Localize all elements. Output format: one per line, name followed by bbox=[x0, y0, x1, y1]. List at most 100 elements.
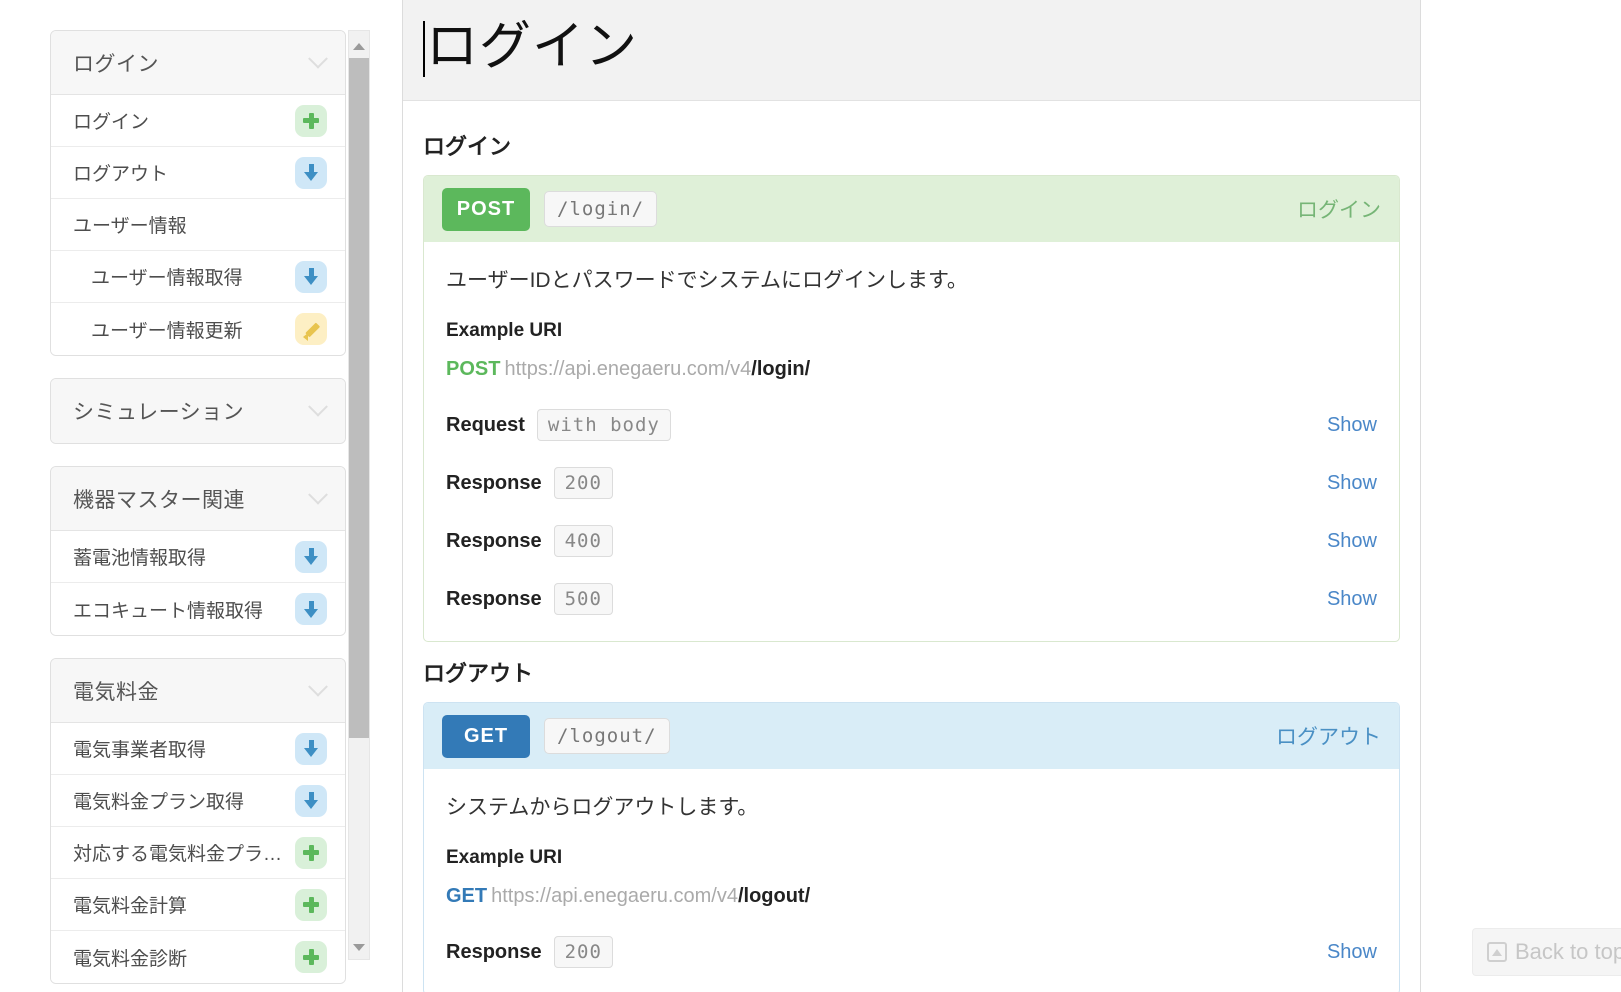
sidebar-item-label: ユーザー情報 bbox=[73, 216, 187, 237]
example-uri-method: POST bbox=[446, 358, 501, 380]
sidebar-item-label: 電気料金計算 bbox=[73, 896, 188, 917]
detail-row-chip: 400 bbox=[553, 525, 613, 557]
main-body: ログイン POST/login/ログイン ユーザーIDとパスワードでシステムにログイ… bbox=[403, 101, 1420, 992]
sidebar-item[interactable]: 電気料金計算 bbox=[51, 879, 345, 931]
http-method-badge[interactable]: GET bbox=[442, 714, 530, 758]
show-link[interactable]: Show bbox=[1327, 472, 1377, 495]
arrow-down-icon bbox=[295, 540, 327, 573]
sidebar-group: ログイン ログイン ログアウト ユーザー情報 ユーザー情報取得 ユーザー情報更新 bbox=[50, 30, 346, 356]
section-heading: ログアウト bbox=[423, 661, 534, 686]
endpoint-detail-row: Response 200 Show bbox=[446, 467, 1377, 499]
sidebar-group-header[interactable]: シミュレーション bbox=[51, 379, 345, 443]
detail-row-chip: 500 bbox=[553, 583, 613, 615]
show-link[interactable]: Show bbox=[1327, 530, 1377, 553]
sidebar-item[interactable]: 電気事業者取得 bbox=[51, 723, 345, 775]
sidebar-scrollbar-thumb[interactable] bbox=[349, 58, 369, 738]
endpoint-header-label: ログアウト bbox=[1276, 726, 1381, 749]
sidebar-group: 機器マスター関連蓄電池情報取得エコキュート情報取得 bbox=[50, 466, 346, 636]
sidebar-item[interactable]: 電気料金プラン取得 bbox=[51, 775, 345, 827]
sidebar-item[interactable]: エコキュート情報取得 bbox=[51, 583, 345, 635]
sidebar-item-label: エコキュート情報取得 bbox=[73, 600, 264, 622]
page-title-text: ログイン bbox=[426, 18, 639, 77]
sidebar-item-label: ログアウト bbox=[73, 164, 169, 185]
show-link[interactable]: Show bbox=[1327, 941, 1377, 964]
pencil-icon bbox=[295, 313, 327, 345]
page-title: ログイン bbox=[423, 18, 639, 78]
example-uri-heading: Example URI bbox=[446, 847, 563, 868]
endpoint-card: GET/logout/ログアウト システムからログアウトします。 Example U… bbox=[423, 702, 1400, 992]
endpoint-body: システムからログアウトします。 Example URI GET https://api… bbox=[424, 769, 1399, 992]
detail-row-chip: 200 bbox=[553, 936, 613, 968]
sidebar-item-label: ユーザー情報取得 bbox=[91, 268, 243, 289]
example-uri-path: /login/ bbox=[751, 358, 811, 380]
sidebar-item-label: 電気料金プラン取得 bbox=[73, 792, 245, 813]
sidebar-item-label: ログイン bbox=[73, 112, 150, 133]
detail-row-label: Response bbox=[446, 529, 542, 552]
endpoint-uri-chip: /login/ bbox=[544, 191, 658, 227]
back-to-top-button[interactable]: Back to top bbox=[1472, 928, 1621, 976]
http-method-badge[interactable]: POST bbox=[442, 187, 530, 231]
sidebar-group-title: 機器マスター関連 bbox=[73, 488, 245, 512]
arrow-down-icon bbox=[295, 593, 327, 625]
chevron-down-icon[interactable] bbox=[308, 48, 328, 69]
app-root: ログイン ログイン ログアウト ユーザー情報 ユーザー情報取得 ユーザー情報更新 シミュレー… bbox=[0, 0, 1621, 992]
detail-row-chip: 200 bbox=[553, 467, 613, 499]
example-uri-base: https://api.enegaeru.com/v4 bbox=[504, 358, 752, 380]
detail-row-label: Response bbox=[446, 940, 542, 963]
sidebar-group-title: シミュレーション bbox=[73, 401, 245, 424]
main-panel: ログイン ログイン POST/login/ログイン ユーザーIDとパスワードでシステ… bbox=[402, 0, 1421, 992]
sidebar-group-header[interactable]: ログイン bbox=[51, 31, 345, 95]
sidebar-nav: ログイン ログイン ログアウト ユーザー情報 ユーザー情報取得 ユーザー情報更新 シミュレー… bbox=[50, 30, 346, 992]
endpoint-detail-row: Response 500 Show bbox=[446, 583, 1377, 615]
chevron-down-icon[interactable] bbox=[308, 484, 328, 505]
show-link[interactable]: Show bbox=[1327, 414, 1377, 437]
example-uri-base: https://api.enegaeru.com/v4 bbox=[491, 885, 738, 907]
sidebar-item[interactable]: ログイン bbox=[51, 95, 345, 147]
sidebar-group-header[interactable]: 電気料金 bbox=[51, 659, 345, 723]
endpoint-header-label: ログイン bbox=[1297, 199, 1381, 222]
chevron-down-icon[interactable] bbox=[308, 396, 328, 417]
sidebar: ログイン ログイン ログアウト ユーザー情報 ユーザー情報取得 ユーザー情報更新 シミュレー… bbox=[0, 0, 400, 992]
main-header: ログイン bbox=[403, 0, 1420, 101]
sidebar-group-title: ログイン bbox=[73, 52, 159, 76]
scroll-up-arrow-icon[interactable] bbox=[353, 43, 365, 50]
sidebar-item[interactable]: ユーザー情報更新 bbox=[51, 303, 345, 355]
sidebar-item[interactable]: ユーザー情報取得 bbox=[51, 251, 345, 303]
arrow-down-icon bbox=[295, 260, 327, 293]
endpoint-body: ユーザーIDとパスワードでシステムにログインします。 Example URI POS… bbox=[424, 242, 1399, 641]
detail-row-chip: with body bbox=[536, 409, 671, 441]
sidebar-item-label: 対応する電気料金プラ… bbox=[73, 844, 283, 865]
sidebar-item[interactable]: 電気料金診断 bbox=[51, 931, 345, 983]
plus-icon bbox=[295, 888, 327, 921]
example-uri-path: /logout/ bbox=[737, 885, 811, 907]
sidebar-group: 電気料金電気事業者取得電気料金プラン取得対応する電気料金プラ… 電気料金計算電気料… bbox=[50, 658, 346, 984]
endpoint-header[interactable]: GET/logout/ログアウト bbox=[424, 703, 1399, 769]
detail-row-label: Request bbox=[446, 413, 525, 436]
show-link[interactable]: Show bbox=[1327, 588, 1377, 611]
sidebar-item[interactable]: ログアウト bbox=[51, 147, 345, 199]
sidebar-item[interactable]: 対応する電気料金プラ… bbox=[51, 827, 345, 879]
sidebar-group-title: 電気料金 bbox=[73, 680, 159, 704]
endpoint-description: ユーザーIDとパスワードでシステムにログインします。 bbox=[446, 269, 968, 292]
endpoint-header[interactable]: POST/login/ログイン bbox=[424, 176, 1399, 242]
endpoint-uri-chip: /logout/ bbox=[544, 718, 670, 754]
example-uri-line: POST https://api.enegaeru.com/v4/login/ bbox=[446, 358, 1377, 381]
example-uri-line: GET https://api.enegaeru.com/v4/logout/ bbox=[446, 885, 1377, 908]
sidebar-item[interactable]: 蓄電池情報取得 bbox=[51, 531, 345, 583]
detail-row-label: Response bbox=[446, 471, 542, 494]
arrow-down-icon bbox=[295, 784, 327, 817]
section-heading: ログイン bbox=[423, 134, 512, 159]
plus-icon bbox=[295, 941, 327, 973]
example-uri-heading: Example URI bbox=[446, 320, 563, 341]
arrow-down-icon bbox=[295, 156, 327, 189]
sidebar-item[interactable]: ユーザー情報 bbox=[51, 199, 345, 251]
text-cursor-icon bbox=[423, 20, 425, 77]
scroll-down-arrow-icon[interactable] bbox=[353, 944, 365, 951]
endpoint-card: POST/login/ログイン ユーザーIDとパスワードでシステムにログインします… bbox=[423, 175, 1400, 642]
endpoint-detail-row: Request with body Show bbox=[446, 409, 1377, 441]
sidebar-group-header[interactable]: 機器マスター関連 bbox=[51, 467, 345, 531]
arrow-down-icon bbox=[295, 732, 327, 765]
endpoint-detail-row: Response 200 Show bbox=[446, 936, 1377, 968]
back-to-top-label: Back to top bbox=[1515, 939, 1621, 964]
chevron-down-icon[interactable] bbox=[308, 676, 328, 697]
